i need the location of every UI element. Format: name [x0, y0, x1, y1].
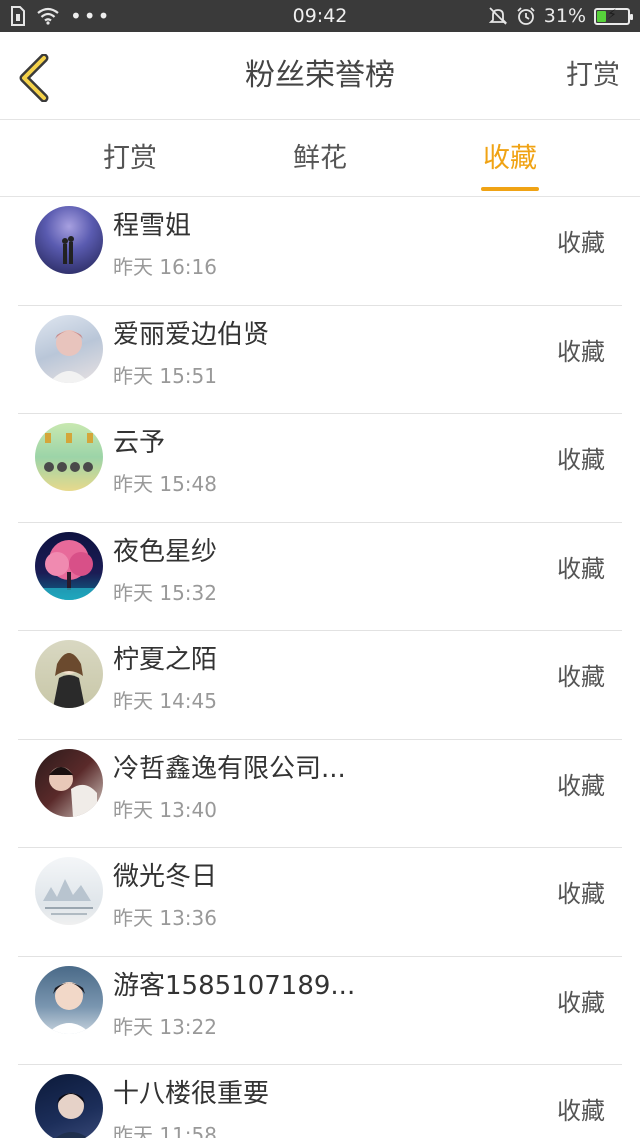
alarm-clock-icon	[517, 7, 535, 25]
favorite-label: 收藏	[557, 988, 605, 1017]
avatar[interactable]	[35, 206, 103, 274]
tab-flowers[interactable]: 鲜花	[260, 121, 380, 197]
list-item[interactable]: 爱丽爱边伯贤 昨天 15:51 收藏	[18, 306, 622, 414]
favorite-label: 收藏	[557, 446, 605, 474]
top-nav-bar: 粉丝荣誉榜 打赏	[0, 32, 640, 120]
mute-bell-icon	[488, 7, 507, 25]
favorite-label: 收藏	[557, 554, 605, 583]
avatar[interactable]	[35, 640, 103, 708]
avatar[interactable]	[35, 314, 103, 383]
active-tab-indicator	[481, 187, 539, 191]
fan-time: 昨天 15:32	[113, 580, 217, 605]
avatar[interactable]	[35, 423, 103, 491]
status-bar: ••• 09:42 31% ⚡	[0, 0, 640, 32]
avatar[interactable]	[35, 531, 103, 600]
list-item[interactable]: 十八楼很重要 昨天 11:58 收藏	[18, 1065, 622, 1138]
list-item[interactable]: 夜色星纱 昨天 15:32 收藏	[18, 523, 622, 631]
fan-name: 云予	[113, 428, 166, 458]
status-bar-right: 31% ⚡	[488, 0, 633, 32]
fan-time: 昨天 13:22	[113, 1014, 217, 1039]
favorite-label: 收藏	[557, 880, 605, 908]
fan-time: 昨天 13:40	[113, 797, 217, 822]
fan-list: 程雪姐 昨天 16:16 收藏 爱丽爱边伯贤 昨天 15:51 收藏 云予 昨天…	[0, 197, 640, 1138]
page-title: 粉丝荣誉榜	[245, 58, 395, 93]
battery-charging-icon: ⚡	[594, 6, 633, 25]
fan-name: 爱丽爱边伯贤	[113, 319, 270, 350]
tab-favorites[interactable]: 收藏	[450, 121, 570, 197]
fan-time: 昨天 13:36	[113, 906, 217, 930]
fan-time: 昨天 15:48	[113, 472, 217, 496]
fan-name: 十八楼很重要	[113, 1079, 270, 1109]
avatar[interactable]	[35, 965, 103, 1034]
fan-name: 程雪姐	[113, 211, 192, 241]
list-item[interactable]: 微光冬日 昨天 13:36 收藏	[18, 848, 622, 957]
fan-time: 昨天 11:58	[113, 1123, 217, 1138]
list-item[interactable]: 游客1585107189... 昨天 13:22 收藏	[18, 957, 622, 1065]
avatar[interactable]	[35, 748, 103, 817]
tab-favorites-label: 收藏	[483, 143, 537, 174]
tab-bar: 打赏 鲜花 收藏	[0, 121, 640, 197]
favorite-label: 收藏	[557, 663, 605, 691]
fan-name: 冷哲鑫逸有限公司...	[113, 753, 346, 784]
favorite-label: 收藏	[557, 1097, 605, 1125]
fan-name: 微光冬日	[113, 862, 218, 892]
fan-time: 昨天 16:16	[113, 255, 217, 279]
list-item[interactable]: 柠夏之陌 昨天 14:45 收藏	[18, 631, 622, 740]
battery-percent: 31%	[543, 5, 586, 27]
tab-reward[interactable]: 打赏	[70, 121, 190, 197]
list-item[interactable]: 程雪姐 昨天 16:16 收藏	[18, 197, 622, 306]
favorite-label: 收藏	[557, 771, 605, 800]
fan-name: 柠夏之陌	[113, 645, 218, 675]
avatar[interactable]	[35, 857, 103, 925]
favorite-label: 收藏	[557, 229, 605, 257]
list-item[interactable]: 云予 昨天 15:48 收藏	[18, 414, 622, 523]
reward-button[interactable]: 打赏	[566, 32, 620, 120]
list-item[interactable]: 冷哲鑫逸有限公司... 昨天 13:40 收藏	[18, 740, 622, 848]
fan-time: 昨天 14:45	[113, 689, 217, 713]
fan-time: 昨天 15:51	[113, 363, 217, 388]
charging-bolt-icon: ⚡	[607, 6, 617, 23]
avatar[interactable]	[35, 1074, 103, 1138]
fan-name: 游客1585107189...	[113, 970, 356, 1001]
favorite-label: 收藏	[557, 337, 605, 366]
fan-name: 夜色星纱	[113, 536, 218, 567]
